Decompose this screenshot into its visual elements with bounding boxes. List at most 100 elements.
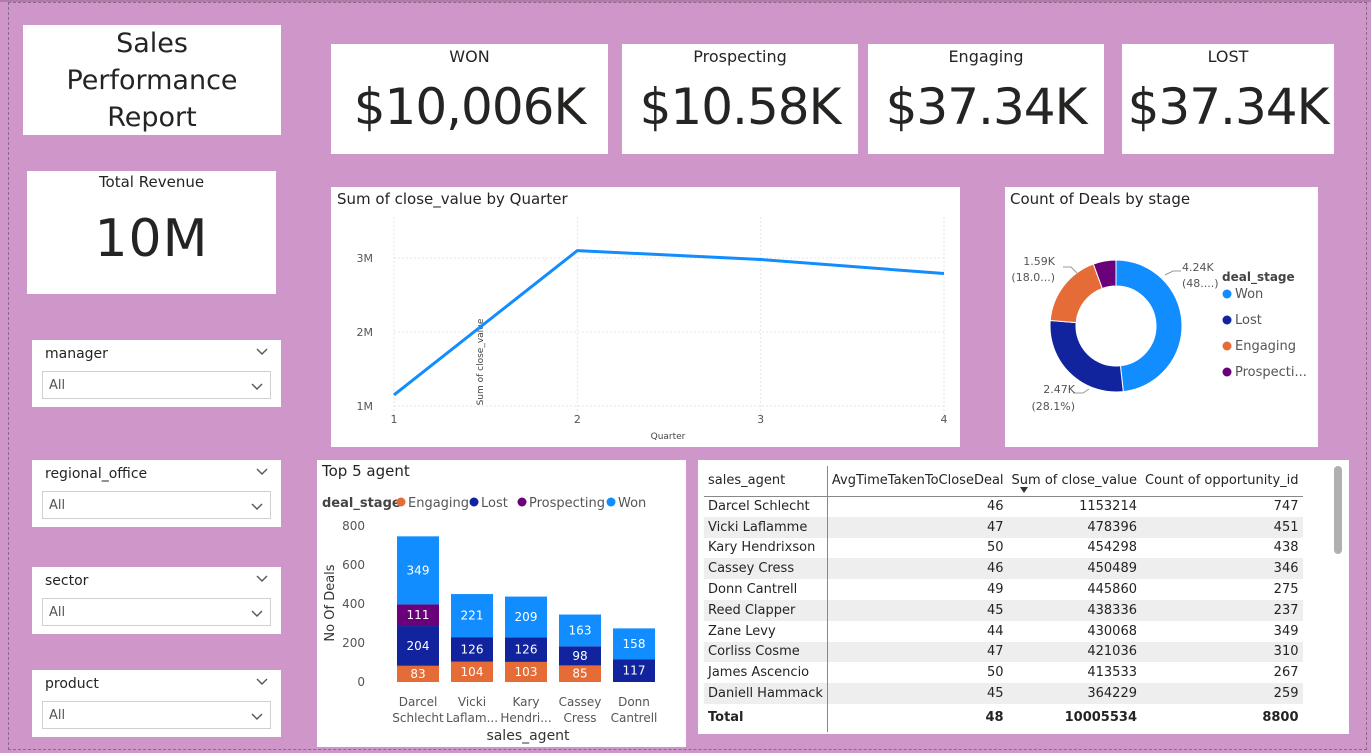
bar-data-label: 83	[410, 667, 425, 681]
bar-chart-card[interactable]: Top 5 agent deal_stage No Of Deals sales…	[317, 460, 686, 747]
donut-label-won-percent: (48....)	[1182, 277, 1219, 290]
table-cell: 45	[827, 683, 1008, 704]
legend-item: Engaging	[1235, 339, 1296, 354]
line-chart[interactable]: Sum of close_value Quarter 1M 2M 3M 1 2 3 4	[331, 187, 960, 447]
column-header-count-opportunity[interactable]: Count of opportunity_id	[1141, 466, 1303, 497]
kpi-label: LOST	[1207, 47, 1249, 66]
table-cell: 50	[987, 540, 1004, 556]
legend-item: Lost	[1235, 313, 1262, 328]
total-revenue-card[interactable]: Total Revenue 10M	[27, 171, 276, 294]
legend-item: Engaging	[408, 496, 469, 511]
table-row[interactable]: Darcel Schlecht 46 1153214 747	[704, 496, 1303, 517]
legend-marker	[606, 497, 616, 507]
slicer-value: All	[49, 605, 66, 620]
table-row[interactable]: Daniell Hammack 45 364229 259	[704, 683, 1303, 704]
bar-chart[interactable]: deal_stage No Of Deals sales_agent Engag…	[317, 460, 686, 747]
legend-marker	[1222, 341, 1232, 351]
kpi-card-engaging[interactable]: Engaging $37.34K	[868, 44, 1104, 154]
table-cell: 747	[1273, 499, 1299, 515]
donut-chart-card[interactable]: Count of Deals by stage deal_stage 4.24K…	[1005, 187, 1318, 447]
table-row[interactable]: Zane Levy 44 430068 349	[704, 620, 1303, 642]
donut-label-engaging-percent: (18.0...)	[1011, 271, 1055, 284]
x-tick-label: Cress	[564, 711, 597, 725]
table-cell: 46	[987, 499, 1004, 515]
chevron-down-icon[interactable]	[255, 571, 269, 585]
table-cell: 364229	[1007, 683, 1141, 704]
bar-data-label: 85	[572, 667, 587, 681]
donut-legend-title: deal_stage	[1222, 270, 1295, 285]
x-tick-label: Vicki	[458, 695, 486, 709]
table-cell: 430068	[1087, 623, 1137, 639]
slicer-dropdown[interactable]: All	[42, 371, 271, 399]
legend-marker	[1222, 289, 1232, 299]
y-tick-label: 200	[342, 636, 365, 650]
table-row[interactable]: James Ascencio 50 413533 267	[704, 662, 1303, 684]
table-row[interactable]: Vicki Laflamme 47 478396 451	[704, 516, 1303, 538]
slicer-product[interactable]: product All	[32, 670, 281, 737]
table-cell: Donn Cantrell	[704, 579, 828, 600]
slicer-title: sector	[45, 573, 89, 589]
slicer-dropdown[interactable]: All	[42, 491, 271, 519]
chevron-down-icon[interactable]	[255, 674, 269, 688]
table-cell: 49	[987, 582, 1004, 598]
slicer-value: All	[49, 708, 66, 723]
slicer-sector[interactable]: sector All	[32, 567, 281, 634]
column-header-sales-agent[interactable]: sales_agent	[704, 466, 828, 497]
table-row[interactable]: Reed Clapper 45 438336 237	[704, 599, 1303, 621]
table-cell: Corliss Cosme	[704, 641, 828, 663]
slicer-title: manager	[45, 346, 108, 362]
table-cell: 47	[827, 641, 1008, 663]
slicer-dropdown[interactable]: All	[42, 701, 271, 729]
table-row[interactable]: Corliss Cosme 47 421036 310	[704, 641, 1303, 663]
bar-x-axis-label: sales_agent	[486, 728, 570, 744]
y-tick-label: 600	[342, 558, 365, 572]
slicer-regional-office[interactable]: regional_office All	[32, 460, 281, 527]
agent-table[interactable]: sales_agent AvgTimeTakenToCloseDeal Sum …	[704, 466, 1303, 732]
table-cell: Kary Hendrixson	[704, 537, 828, 559]
table-cell: 454298	[1087, 540, 1137, 556]
line-chart-card[interactable]: Sum of close_value by Quarter Sum of clo…	[331, 187, 960, 447]
table-total-cell: 48	[827, 703, 1008, 732]
table-cell: 1153214	[1079, 499, 1137, 515]
kpi-label: Engaging	[948, 47, 1024, 66]
y-tick-label: 0	[357, 675, 365, 689]
table-cell: 259	[1141, 683, 1303, 704]
column-header-avg-time[interactable]: AvgTimeTakenToCloseDeal	[827, 466, 1008, 497]
y-tick-label: 400	[342, 597, 365, 611]
table-scrollbar[interactable]	[1334, 466, 1342, 554]
x-tick-label: Laflam...	[446, 711, 498, 725]
table-row[interactable]: Kary Hendrixson 50 454298 438	[704, 537, 1303, 559]
chevron-down-icon[interactable]	[255, 344, 269, 358]
y-tick-label: 800	[342, 519, 365, 533]
bar-data-label: 349	[407, 563, 430, 577]
leader-line	[1073, 388, 1090, 394]
slicer-title: product	[45, 676, 99, 692]
donut-chart[interactable]: deal_stage 4.24K (48....) 2.47K (28.1%) 1.59…	[1005, 187, 1318, 447]
bar-y-axis-label: No Of Deals	[323, 564, 338, 641]
x-tick-label: Cantrell	[611, 711, 658, 725]
table-row[interactable]: Cassey Cress 46 450489 346	[704, 558, 1303, 580]
kpi-card-won[interactable]: WON $10,006K	[331, 44, 608, 154]
table-cell: 413533	[1087, 665, 1137, 681]
table-cell: Zane Levy	[704, 620, 828, 642]
table-cell: James Ascencio	[704, 662, 828, 684]
table-cell: 346	[1141, 558, 1303, 580]
bar-data-label: 163	[569, 623, 592, 637]
kpi-card-lost[interactable]: LOST $37.34K	[1122, 44, 1334, 154]
y-tick-label: 1M	[357, 400, 374, 413]
x-tick-label: 1	[391, 413, 398, 426]
chevron-down-icon[interactable]	[255, 464, 269, 478]
donut-slice-won	[1115, 259, 1183, 393]
leader-line	[1164, 270, 1181, 276]
sort-descending-icon[interactable]	[1020, 487, 1028, 493]
slicer-dropdown[interactable]: All	[42, 598, 271, 626]
table-row[interactable]: Donn Cantrell 49 445860 275	[704, 579, 1303, 600]
table-cell: 45	[827, 599, 1008, 621]
slicer-manager[interactable]: manager All	[32, 340, 281, 407]
table-total-cell: 10005534	[1007, 703, 1141, 732]
agent-table-card[interactable]: sales_agent AvgTimeTakenToCloseDeal Sum …	[698, 460, 1349, 734]
table-total-cell: Total	[704, 703, 828, 732]
x-tick-label: Kary	[512, 695, 539, 709]
kpi-card-prospecting[interactable]: Prospecting $10.58K	[622, 44, 858, 154]
donut-label-engaging-value: 1.59K	[1023, 255, 1055, 268]
